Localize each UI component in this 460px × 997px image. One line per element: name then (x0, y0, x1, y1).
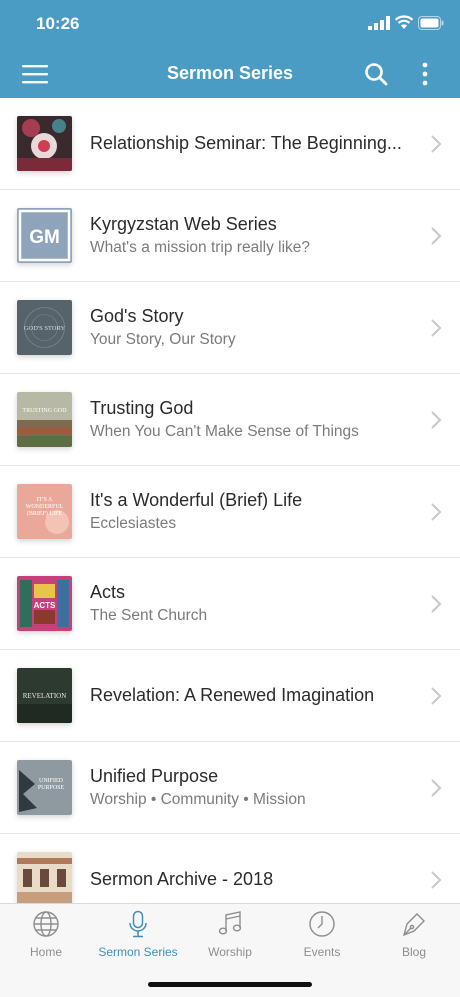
series-subtitle: Worship • Community • Mission (90, 791, 306, 808)
search-icon[interactable] (364, 62, 388, 86)
series-title: Sermon Archive - 2018 (90, 869, 274, 889)
battery-icon (418, 16, 444, 30)
list-item[interactable]: REVELATION Revelation: A Renewed Imagina… (0, 650, 460, 742)
tab-label: Home (29, 945, 62, 959)
series-subtitle: Ecclesiastes (90, 515, 177, 532)
series-subtitle: Your Story, Our Story (90, 331, 236, 348)
list-item[interactable]: GOD'S STORY God's Story Your Story, Our … (0, 282, 460, 374)
artwork-text: TRUSTING GOD (22, 408, 67, 414)
tab-label: Blog (401, 945, 427, 959)
tab-label: Worship (208, 945, 252, 959)
home-indicator (148, 982, 312, 987)
list-item[interactable]: UNIFIED PURPOSE Unified Purpose Worship … (0, 742, 460, 834)
clock-icon (309, 911, 335, 937)
series-artwork: IT'S A WONDERFUL (BRIEF) LIFE (17, 484, 72, 539)
chevron-right-icon (431, 871, 442, 889)
page-title: Sermon Series (166, 63, 294, 83)
status-bar: 10:26 (0, 0, 460, 50)
series-title: Revelation: A Renewed Imagination (90, 685, 375, 705)
series-title: God's Story (90, 306, 184, 326)
series-artwork (17, 852, 72, 903)
tab-label: Sermon Series (98, 945, 178, 959)
chevron-right-icon (431, 411, 442, 429)
series-title: Relationship Seminar: The Beginning... (90, 133, 402, 153)
artwork-text: GM (29, 227, 60, 248)
sermon-series-list: Relationship Seminar: The Beginning... G… (0, 98, 460, 903)
cellular-signal-icon (368, 16, 390, 30)
list-item[interactable]: GM Kyrgyzstan Web Series What's a missio… (0, 190, 460, 282)
artwork-text: IT'S A WONDERFUL (BRIEF) LIFE (25, 497, 64, 517)
microphone-icon (129, 910, 147, 938)
artwork-text: UNIFIED PURPOSE (37, 778, 65, 791)
series-title: Unified Purpose (90, 766, 219, 786)
chevron-right-icon (431, 687, 442, 705)
chevron-right-icon (431, 779, 442, 797)
globe-icon (33, 911, 59, 937)
chevron-right-icon (431, 319, 442, 337)
series-artwork: TRUSTING GOD (17, 392, 72, 447)
artwork-text: REVELATION (23, 692, 67, 700)
series-artwork (17, 116, 72, 171)
app-header: 10:26 Sermon Series (0, 0, 460, 98)
chevron-right-icon (431, 503, 442, 521)
tab-sermon-series[interactable]: Sermon Series (92, 904, 184, 966)
artwork-text: GOD'S STORY (24, 325, 66, 332)
list-item[interactable]: Sermon Archive - 2018 (0, 834, 460, 903)
chevron-right-icon (431, 135, 442, 153)
tab-worship[interactable]: Worship (184, 904, 276, 966)
tab-blog[interactable]: Blog (368, 904, 460, 966)
tab-events[interactable]: Events (276, 904, 368, 966)
list-item[interactable]: TRUSTING GOD Trusting God When You Can't… (0, 374, 460, 466)
pen-icon (402, 913, 425, 937)
series-title: Kyrgyzstan Web Series (90, 214, 277, 234)
list-item[interactable]: ACTS Acts The Sent Church (0, 558, 460, 650)
series-artwork: GOD'S STORY (17, 300, 72, 355)
series-artwork: UNIFIED PURPOSE (17, 760, 72, 815)
wifi-icon (394, 15, 414, 29)
navigation-bar: Sermon Series (0, 50, 460, 98)
list-item[interactable]: Relationship Seminar: The Beginning... (0, 98, 460, 190)
chevron-right-icon (431, 595, 442, 613)
series-artwork: ACTS (17, 576, 72, 631)
list-item[interactable]: IT'S A WONDERFUL (BRIEF) LIFE It's a Won… (0, 466, 460, 558)
series-title: Acts (90, 582, 126, 602)
artwork-text: ACTS (34, 601, 56, 610)
series-title: Trusting God (90, 398, 194, 418)
series-subtitle: What's a mission trip really like? (90, 239, 311, 256)
series-subtitle: The Sent Church (90, 607, 208, 624)
series-title: It's a Wonderful (Brief) Life (90, 490, 303, 510)
series-artwork: REVELATION (17, 668, 72, 723)
tab-home[interactable]: Home (0, 904, 92, 966)
more-options-icon[interactable] (414, 61, 436, 87)
series-artwork: GM (17, 208, 72, 263)
chevron-right-icon (431, 227, 442, 245)
series-subtitle: When You Can't Make Sense of Things (90, 423, 359, 440)
status-time: 10:26 (36, 14, 80, 33)
music-note-icon (218, 911, 242, 935)
tab-label: Events (303, 945, 341, 959)
